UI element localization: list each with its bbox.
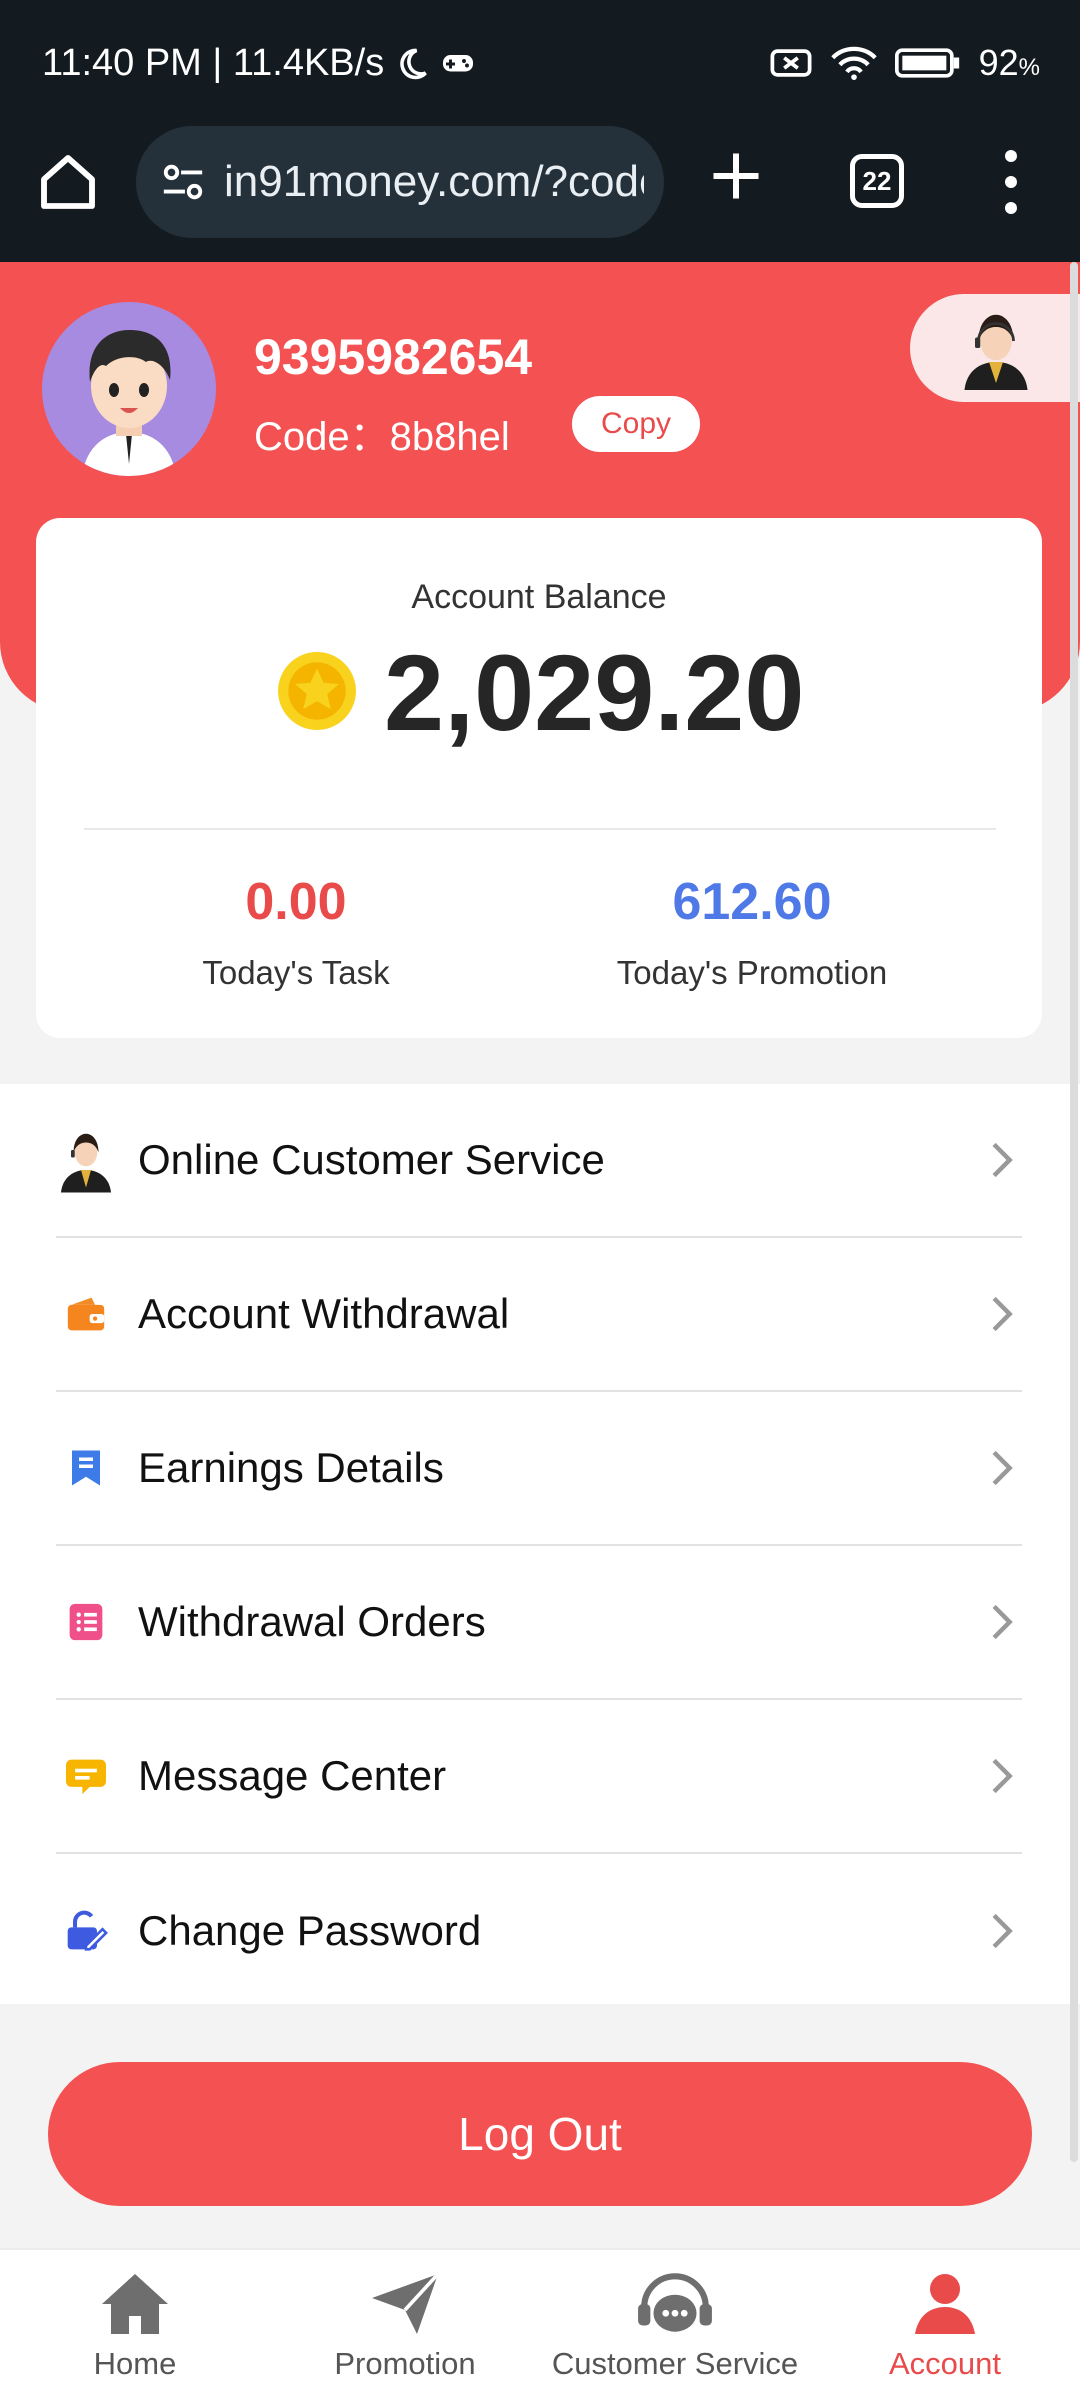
gold-coin-icon bbox=[278, 652, 356, 730]
nav-home[interactable]: Home bbox=[0, 2270, 270, 2382]
edit-lock-icon bbox=[56, 1901, 116, 1961]
logout-button[interactable]: Log Out bbox=[48, 2062, 1032, 2206]
tab-switcher-button[interactable]: 22 bbox=[850, 154, 904, 208]
status-bar: 11:40 PM | 11.4KB/s 92% bbox=[0, 0, 1080, 120]
battery-icon bbox=[894, 48, 959, 78]
agent-icon bbox=[964, 314, 1028, 390]
floating-customer-service-button[interactable] bbox=[910, 294, 1080, 402]
browser-home-icon[interactable] bbox=[36, 150, 100, 214]
nav-promotion[interactable]: Promotion bbox=[270, 2270, 540, 2382]
page-scrollbar[interactable] bbox=[1070, 262, 1078, 2162]
chat-headset-icon bbox=[638, 2273, 712, 2332]
url-text: in91money.com/?code bbox=[224, 157, 644, 206]
browser-toolbar: in91money.com/?code 22 bbox=[0, 120, 1080, 262]
menu-message-center[interactable]: Message Center bbox=[56, 1700, 1022, 1854]
menu-account-withdrawal[interactable]: Account Withdrawal bbox=[56, 1238, 1022, 1392]
copy-button[interactable]: Copy bbox=[572, 396, 700, 452]
chevron-right-icon bbox=[992, 1450, 1013, 1486]
wifi-icon bbox=[830, 46, 877, 80]
balance-value: 2,029.20 bbox=[384, 632, 805, 753]
balance-card: Account Balance 2,029.20 0.00 Today's Ta… bbox=[36, 518, 1042, 1038]
today-task-value: 0.00 bbox=[245, 873, 347, 931]
status-left: 11:40 PM | 11.4KB/s bbox=[42, 42, 476, 85]
battery-unit: % bbox=[1018, 54, 1040, 81]
menu-label: Account Withdrawal bbox=[138, 1290, 510, 1337]
referral-code: Code：8b8hel bbox=[254, 415, 510, 459]
chevron-right-icon bbox=[992, 1604, 1013, 1640]
menu-label: Withdrawal Orders bbox=[138, 1598, 486, 1645]
menu-label: Change Password bbox=[138, 1907, 482, 1954]
chevron-right-icon bbox=[992, 1142, 1013, 1178]
today-task-stat: 0.00 Today's Task bbox=[66, 872, 526, 992]
today-promotion-label: Today's Promotion bbox=[616, 954, 888, 991]
status-time-speed: 11:40 PM | 11.4KB/s bbox=[42, 42, 385, 84]
address-bar[interactable]: in91money.com/?code bbox=[136, 126, 664, 238]
card-divider bbox=[84, 828, 996, 830]
chevron-right-icon bbox=[992, 1296, 1013, 1332]
menu-label: Message Center bbox=[138, 1752, 447, 1799]
wallet-icon bbox=[56, 1284, 116, 1344]
account-menu: Online Customer Service Account Withdraw… bbox=[0, 1084, 1080, 2004]
moon-icon bbox=[400, 48, 428, 79]
nav-label: Customer Service bbox=[551, 2346, 799, 2381]
message-icon bbox=[56, 1746, 116, 1806]
nav-customer-service[interactable]: Customer Service bbox=[540, 2270, 810, 2382]
balance-label: Account Balance bbox=[411, 578, 667, 616]
nav-account[interactable]: Account bbox=[810, 2270, 1080, 2382]
gamepad-icon bbox=[443, 54, 474, 71]
agent-icon bbox=[56, 1130, 116, 1193]
list-icon bbox=[56, 1592, 116, 1652]
browser-menu-icon[interactable] bbox=[990, 150, 1032, 214]
chevron-right-icon bbox=[992, 1758, 1013, 1794]
site-settings-icon[interactable] bbox=[160, 159, 206, 205]
nav-label: Home bbox=[93, 2346, 177, 2381]
menu-online-customer-service[interactable]: Online Customer Service bbox=[56, 1084, 1022, 1238]
new-tab-icon[interactable] bbox=[706, 146, 766, 206]
menu-earnings-details[interactable]: Earnings Details bbox=[56, 1392, 1022, 1546]
sim-off-icon bbox=[770, 49, 812, 77]
nav-label: Promotion bbox=[334, 2346, 476, 2381]
today-task-label: Today's Task bbox=[202, 954, 390, 991]
user-id: 9395982654 bbox=[254, 329, 533, 385]
bookmark-icon bbox=[56, 1438, 116, 1498]
avatar bbox=[42, 302, 216, 476]
menu-label: Online Customer Service bbox=[138, 1136, 605, 1183]
status-right: 92% bbox=[769, 42, 1040, 84]
chevron-right-icon bbox=[992, 1913, 1013, 1949]
person-icon bbox=[915, 2274, 975, 2334]
menu-withdrawal-orders[interactable]: Withdrawal Orders bbox=[56, 1546, 1022, 1700]
today-promotion-stat: 612.60 Today's Promotion bbox=[522, 872, 982, 992]
bottom-navigation: Home Promotion Customer Service Account bbox=[0, 2248, 1080, 2400]
battery-percent: 92% bbox=[979, 42, 1040, 84]
today-promotion-value: 612.60 bbox=[672, 873, 832, 931]
menu-change-password[interactable]: Change Password bbox=[56, 1854, 1022, 2008]
paper-plane-icon bbox=[372, 2272, 440, 2334]
avatar-boy-icon bbox=[82, 330, 176, 476]
home-icon bbox=[102, 2274, 168, 2334]
battery-value: 92 bbox=[978, 42, 1019, 83]
nav-label: Account bbox=[888, 2346, 1001, 2381]
menu-label: Earnings Details bbox=[138, 1444, 444, 1491]
